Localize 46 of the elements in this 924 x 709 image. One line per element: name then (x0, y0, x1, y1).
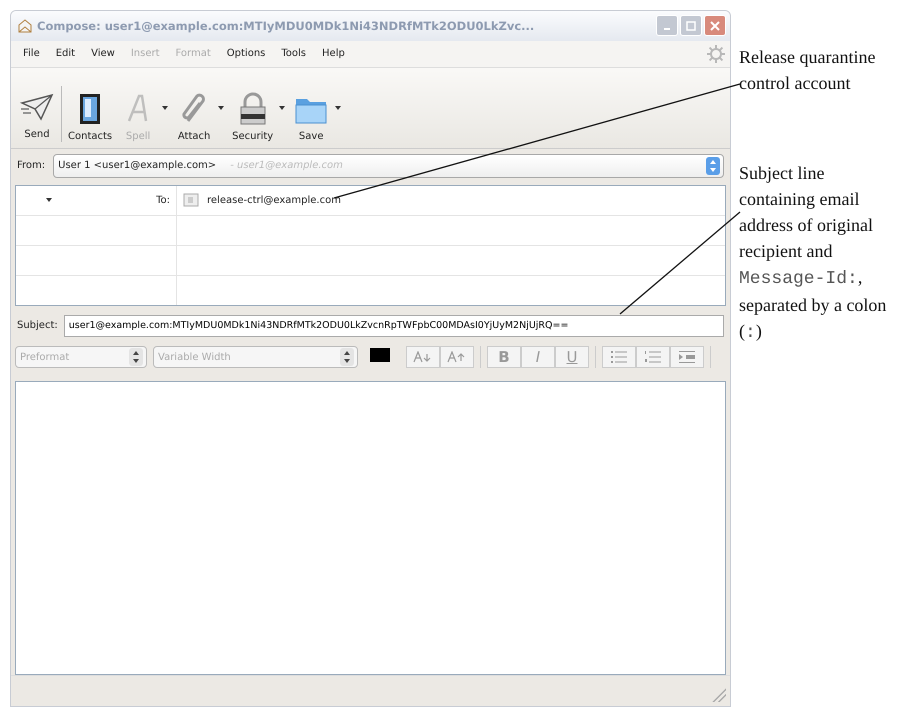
font-smaller-icon (413, 351, 433, 364)
minimize-icon (664, 28, 670, 30)
minimize-button[interactable] (656, 15, 678, 36)
callout-text: Subject line containing email address of original recipient and Message-Id:, separated by a colon (:) (739, 162, 888, 345)
toolbar-button[interactable]: Contacts (64, 91, 116, 142)
spinner-arrows-icon (340, 348, 354, 366)
from-label: From: (17, 160, 46, 172)
subject-label: Subject: (17, 320, 58, 332)
maximize-button[interactable] (680, 15, 702, 36)
text-color-swatch[interactable] (370, 348, 390, 362)
gear-icon (706, 44, 726, 64)
toolbar-button[interactable]: Send (15, 88, 59, 140)
maximize-icon (686, 20, 696, 31)
callout-text: Release quarantine control account (739, 46, 876, 95)
toolbar-button[interactable]: Security (228, 91, 278, 142)
dropdown-arrow-icon[interactable] (279, 106, 286, 110)
recipient-type[interactable]: To: (156, 194, 170, 206)
close-icon (710, 20, 720, 31)
from-dropdown[interactable]: User 1 <user1@example.com> - user1@example.com (53, 154, 724, 178)
menu-item[interactable]: Options (218, 48, 274, 60)
close-button[interactable] (704, 15, 726, 36)
bullet-list-icon (610, 350, 628, 364)
spinner-arrows-icon (129, 348, 143, 366)
menu-item[interactable]: Tools (273, 48, 314, 60)
smaller-font-button[interactable] (406, 346, 440, 368)
dropdown-arrow-icon[interactable] (46, 198, 52, 202)
indent-icon (678, 350, 696, 364)
menu-item[interactable]: File (15, 48, 48, 60)
dropdown-arrow-icon[interactable] (335, 106, 342, 110)
subject-field[interactable]: user1@example.com:MTIyMDU0MDk1Ni43NDRfMTk2ODU0LkZvcnRpTWFpbC00MDAsI0YjUyM2NjUjRQ== (64, 314, 724, 337)
recipient-address[interactable]: release-ctrl@example.com (207, 194, 341, 206)
bullet-list-button[interactable] (602, 346, 636, 368)
menu-item[interactable]: View (83, 48, 123, 60)
numbered-list-button[interactable] (636, 346, 670, 368)
numbered-list-icon (644, 350, 662, 364)
indent-button[interactable] (670, 346, 704, 368)
menu-item[interactable]: Edit (48, 48, 84, 60)
spinner-arrows-icon (706, 156, 720, 175)
contact-card-icon (183, 192, 199, 208)
toolbar-button[interactable]: Attach (172, 91, 216, 142)
menu-item[interactable]: Help (314, 48, 353, 60)
dropdown-arrow-icon[interactable] (218, 106, 224, 110)
larger-font-button[interactable] (440, 346, 474, 368)
toolbar-button[interactable]: Save (289, 91, 334, 142)
window-title: Compose: user1@example.com:MTIyMDU0MDk1Ni43NDRfMTk2ODU0LkZvc... (37, 18, 536, 33)
font-larger-icon (447, 351, 467, 364)
